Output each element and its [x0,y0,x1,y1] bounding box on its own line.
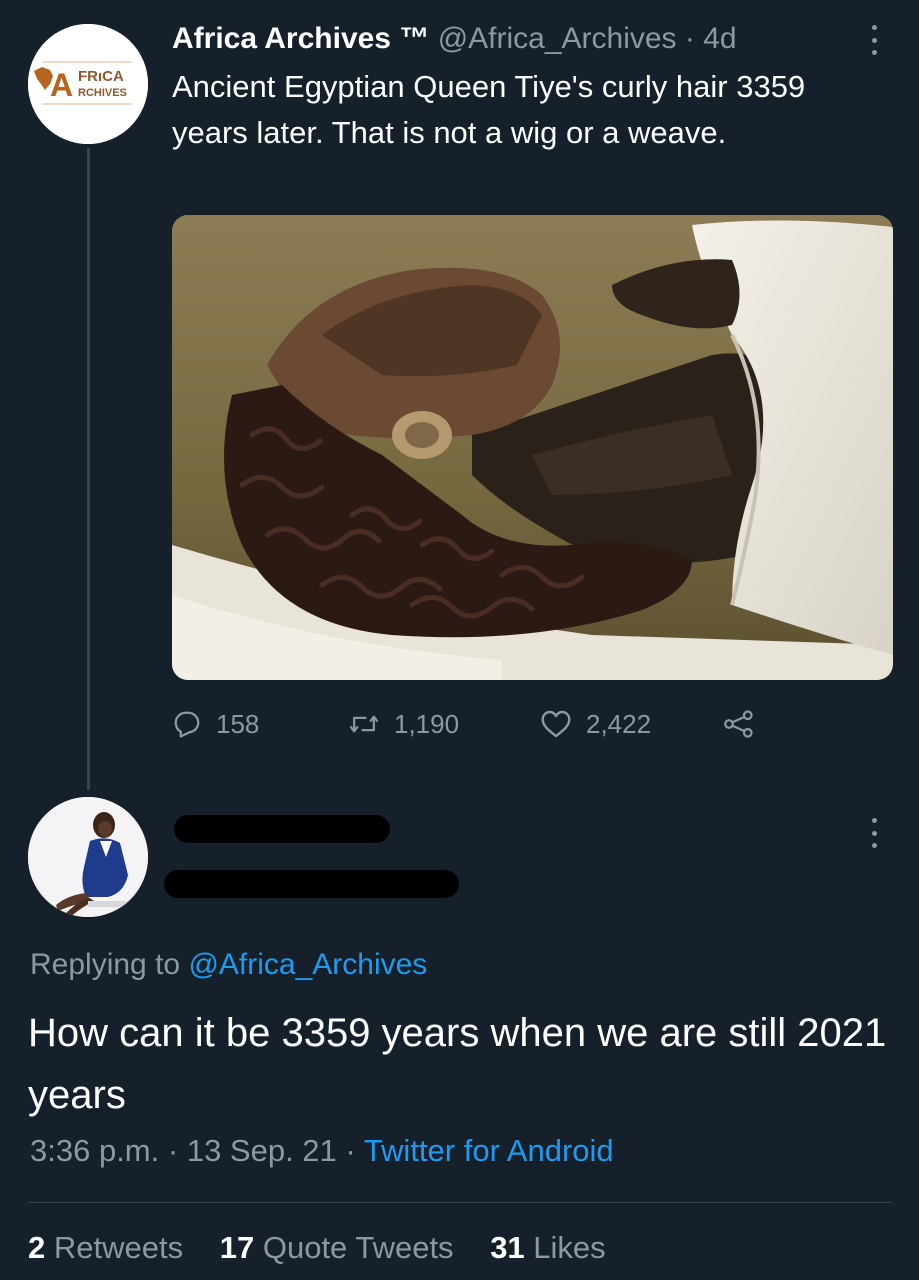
thread-connector-line [87,148,90,790]
tweet-header: Africa Archives ™ @Africa_Archives · 4d [172,22,737,56]
heart-icon [541,710,571,738]
more-vertical-icon[interactable] [869,25,879,55]
tweet-actions-bar: 158 1,190 2,422 [172,700,756,748]
africa-archives-logo: A FRıCA RCHIVES [28,24,148,144]
logo-initial: A [50,67,73,103]
retweets-stat[interactable]: 2 Retweets [28,1230,183,1265]
retweet-icon [349,715,379,733]
tweet-text: Ancient Egyptian Queen Tiye's curly hair… [172,69,806,150]
share-icon [724,710,753,738]
meta-separator: · [345,1133,356,1168]
replying-to-label: Replying to [30,948,181,981]
logo-line-2: RCHIVES [78,87,127,99]
replying-to-line: Replying to @Africa_Archives [30,948,427,982]
tweet-date[interactable]: 13 Sep. 21 [187,1133,337,1168]
tweet-source-link[interactable]: Twitter for Android [364,1133,614,1168]
reply-author-avatar[interactable] [28,797,148,917]
reply-tweet-text: How can it be 3359 years when we are sti… [28,1011,887,1117]
redacted-display-name [174,815,390,843]
header-separator: · [684,22,695,55]
retweets-count: 2 [28,1230,46,1265]
like-count: 2,422 [586,708,652,739]
quote-tweets-stat[interactable]: 17 Quote Tweets [220,1230,454,1265]
tweet-time[interactable]: 3:36 p.m. [30,1133,159,1168]
share-button[interactable] [722,709,756,739]
author-display-name[interactable]: Africa Archives ™ [172,22,429,55]
quote-tweets-label: Quote Tweets [262,1230,454,1265]
tweet-photo[interactable] [172,215,893,680]
like-button[interactable]: 2,422 [540,709,722,740]
reply-icon [174,711,200,738]
user-photo-avatar [28,797,148,917]
tweet-meta: 3:36 p.m. · 13 Sep. 21 · Twitter for And… [30,1133,614,1169]
meta-separator: · [167,1133,179,1168]
reply-count: 158 [216,708,260,739]
retweet-button[interactable]: 1,190 [348,709,540,740]
redacted-handle [164,870,459,898]
likes-label: Likes [533,1230,606,1265]
author-handle[interactable]: @Africa_Archives [438,22,677,55]
retweets-label: Retweets [53,1230,184,1265]
author-avatar[interactable]: A FRıCA RCHIVES [28,24,148,144]
replying-to-mention[interactable]: @Africa_Archives [188,948,427,981]
divider [28,1202,892,1203]
tweet-age[interactable]: 4d [703,22,736,55]
retweet-count: 1,190 [394,708,460,739]
quote-tweets-count: 17 [219,1230,255,1265]
likes-count: 31 [490,1230,525,1265]
logo-line-1: FRıCA [78,68,124,85]
reply-button[interactable]: 158 [172,709,348,740]
more-vertical-icon[interactable] [869,818,879,848]
engagement-stats: 2 Retweets 17 Quote Tweets 31 Likes [28,1230,634,1266]
likes-stat[interactable]: 31 Likes [490,1230,605,1265]
mummy-photo-illustration [172,215,893,680]
